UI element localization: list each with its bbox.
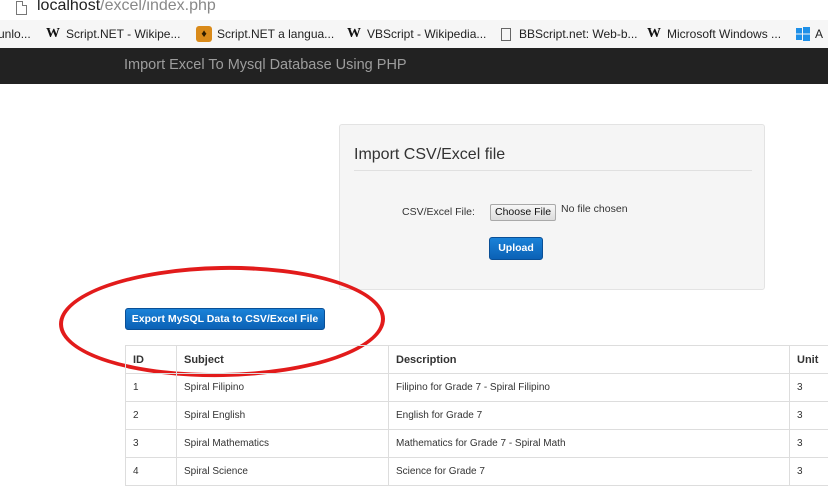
cell-description: Science for Grade 7: [389, 458, 790, 486]
import-form-legend: Import CSV/Excel file: [354, 146, 505, 164]
cell-subject: Spiral Filipino: [177, 374, 389, 402]
wikipedia-icon: W: [346, 26, 362, 42]
wikipedia-icon: W: [45, 26, 61, 42]
windows-icon: [796, 27, 810, 41]
column-header-description: Description: [389, 346, 790, 374]
url-host: localhost: [37, 0, 100, 14]
cell-description: Filipino for Grade 7 - Spiral Filipino: [389, 374, 790, 402]
bookmark-label: VBScript - Wikipedia...: [367, 27, 486, 41]
gecko-icon: ♦: [196, 26, 212, 42]
bookmarks-bar: unlo... W Script.NET - Wikipe... ♦ Scrip…: [0, 20, 828, 49]
bookmark-item[interactable]: W Microsoft Windows ...: [646, 26, 781, 42]
cell-id: 1: [126, 374, 177, 402]
cell-id: 2: [126, 402, 177, 430]
cell-subject: Spiral Science: [177, 458, 389, 486]
cell-id: 4: [126, 458, 177, 486]
wikipedia-icon: W: [646, 26, 662, 42]
cell-id: 3: [126, 430, 177, 458]
file-input-label: CSV/Excel File:: [402, 206, 475, 218]
bookmark-item[interactable]: ♦ Script.NET a langua...: [196, 26, 334, 42]
bookmark-item[interactable]: W VBScript - Wikipedia...: [346, 26, 486, 42]
table-header-row: ID Subject Description Unit: [126, 346, 828, 374]
url-path: /excel/index.php: [100, 0, 216, 14]
address-bar[interactable]: localhost/excel/index.php: [0, 0, 828, 21]
bookmark-label: Script.NET a langua...: [217, 27, 334, 41]
cell-description: English for Grade 7: [389, 402, 790, 430]
table-row: 4 Spiral Science Science for Grade 7 3: [126, 458, 828, 486]
bookmark-item[interactable]: W Script.NET - Wikipe...: [45, 26, 180, 42]
upload-button[interactable]: Upload: [489, 237, 543, 260]
export-csv-button[interactable]: Export MySQL Data to CSV/Excel File: [125, 308, 325, 330]
page-icon: [16, 1, 27, 15]
legend-divider: [354, 170, 752, 171]
column-header-id: ID: [126, 346, 177, 374]
bookmark-item[interactable]: unlo...: [0, 26, 31, 42]
page-icon: [501, 28, 511, 41]
bookmark-label: unlo...: [0, 27, 31, 41]
import-form-panel: Import CSV/Excel file CSV/Excel File: Ch…: [339, 124, 765, 290]
choose-file-button[interactable]: Choose File: [490, 204, 556, 221]
cell-subject: Spiral English: [177, 402, 389, 430]
table-row: 1 Spiral Filipino Filipino for Grade 7 -…: [126, 374, 828, 402]
cell-description: Mathematics for Grade 7 - Spiral Math: [389, 430, 790, 458]
bookmark-label: BBScript.net: Web-b...: [519, 27, 638, 41]
cell-unit: 3: [790, 430, 828, 458]
cell-unit: 3: [790, 402, 828, 430]
cell-unit: 3: [790, 374, 828, 402]
cell-subject: Spiral Mathematics: [177, 430, 389, 458]
column-header-unit: Unit: [790, 346, 828, 374]
no-file-chosen-text: No file chosen: [561, 203, 628, 215]
bookmark-label: Script.NET - Wikipe...: [66, 27, 180, 41]
cell-unit: 3: [790, 458, 828, 486]
bookmark-label: Microsoft Windows ...: [667, 27, 781, 41]
table-row: 2 Spiral English English for Grade 7 3: [126, 402, 828, 430]
column-header-subject: Subject: [177, 346, 389, 374]
top-navbar: Import Excel To Mysql Database Using PHP: [0, 48, 828, 84]
navbar-brand[interactable]: Import Excel To Mysql Database Using PHP: [124, 57, 407, 73]
bookmark-item[interactable]: BBScript.net: Web-b...: [498, 26, 638, 42]
subjects-table: ID Subject Description Unit 1 Spiral Fil…: [125, 345, 828, 486]
table-row: 3 Spiral Mathematics Mathematics for Gra…: [126, 430, 828, 458]
url-text[interactable]: localhost/excel/index.php: [37, 0, 216, 15]
bookmark-label: A: [815, 27, 823, 41]
bookmark-item[interactable]: A: [796, 26, 823, 42]
